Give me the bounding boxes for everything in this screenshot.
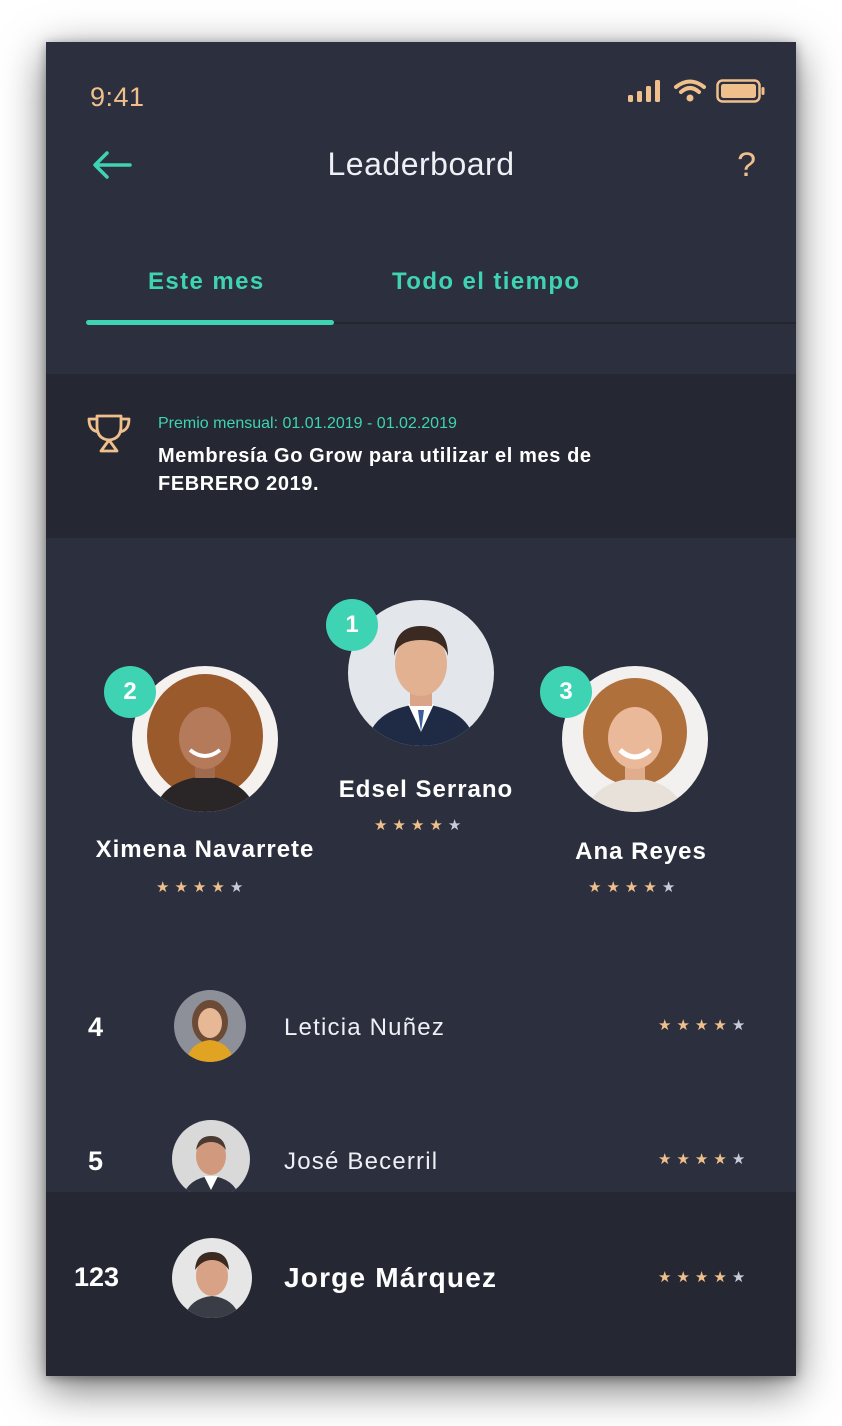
star-rating: ★ ★ ★ ★ ★ (658, 1270, 745, 1285)
star-empty-icon: ★ (731, 1269, 746, 1286)
list-rank: 5 (88, 1146, 104, 1176)
star-empty-icon: ★ (731, 1151, 746, 1168)
rank-badge: 2 (104, 666, 156, 718)
page-title: Leaderboard (327, 146, 515, 182)
star-filled-icon: ★ (374, 817, 388, 834)
status-time: 9:41 (90, 82, 145, 112)
star-filled-icon: ★ (713, 1017, 727, 1034)
active-tab-indicator (86, 320, 334, 325)
star-filled-icon: ★ (606, 879, 620, 896)
star-filled-icon: ★ (192, 879, 207, 896)
star-filled-icon: ★ (156, 879, 170, 896)
star-filled-icon: ★ (211, 879, 225, 896)
star-filled-icon: ★ (624, 879, 639, 896)
star-filled-icon: ★ (174, 879, 188, 896)
status-icons (628, 76, 766, 106)
star-empty-icon: ★ (229, 879, 244, 896)
star-filled-icon: ★ (694, 1151, 709, 1168)
star-rating: ★ ★ ★ ★ ★ (658, 1018, 745, 1033)
star-rating: ★ ★ ★ ★ ★ (156, 880, 243, 895)
podium-name: Ana Reyes (575, 838, 707, 865)
star-rating: ★ ★ ★ ★ ★ (658, 1152, 745, 1167)
list-name: Leticia Nuñez (284, 1014, 446, 1041)
podium-name: Edsel Serrano (338, 776, 514, 803)
star-filled-icon: ★ (676, 1269, 690, 1286)
signal-icon (628, 80, 660, 102)
star-filled-icon: ★ (588, 879, 602, 896)
star-filled-icon: ★ (658, 1151, 672, 1168)
star-empty-icon: ★ (661, 879, 676, 896)
help-button[interactable]: ? (737, 146, 756, 185)
rank-badge: 3 (540, 666, 592, 718)
star-rating: ★ ★ ★ ★ ★ (588, 880, 675, 895)
avatar[interactable] (174, 990, 246, 1062)
avatar[interactable] (172, 1120, 250, 1198)
podium-name: Ximena Navarrete (95, 836, 315, 863)
star-filled-icon: ★ (410, 817, 425, 834)
list-rank: 4 (88, 1012, 104, 1042)
rank-badge: 1 (326, 599, 378, 651)
prize-description: Membresía Go Grow para utilizar el mes d… (158, 445, 592, 495)
current-user-rank: 123 (74, 1262, 120, 1292)
trophy-icon (87, 414, 131, 453)
list-name: José Becerril (284, 1148, 439, 1175)
star-filled-icon: ★ (643, 879, 657, 896)
wifi-icon (674, 79, 706, 102)
star-filled-icon: ★ (676, 1151, 690, 1168)
star-filled-icon: ★ (694, 1269, 709, 1286)
star-filled-icon: ★ (429, 817, 443, 834)
avatar[interactable] (172, 1238, 252, 1318)
current-user-name: Jorge Márquez (284, 1262, 498, 1293)
prize-period-label: Premio mensual: 01.01.2019 - 01.02.2019 (158, 415, 457, 432)
battery-icon (716, 79, 765, 103)
star-rating: ★ ★ ★ ★ ★ (374, 818, 461, 833)
star-empty-icon: ★ (731, 1017, 746, 1034)
star-filled-icon: ★ (658, 1017, 672, 1034)
tab-todo-el-tiempo[interactable]: Todo el tiempo (392, 268, 580, 296)
star-filled-icon: ★ (713, 1151, 727, 1168)
star-filled-icon: ★ (658, 1269, 672, 1286)
star-empty-icon: ★ (447, 817, 462, 834)
star-filled-icon: ★ (676, 1017, 690, 1034)
tab-este-mes[interactable]: Este mes (148, 268, 265, 296)
star-filled-icon: ★ (713, 1269, 727, 1286)
star-filled-icon: ★ (694, 1017, 709, 1034)
star-filled-icon: ★ (392, 817, 406, 834)
phone-screen: 9:41 Leaderboard ? Este mes Todo el tiem… (46, 42, 796, 1376)
